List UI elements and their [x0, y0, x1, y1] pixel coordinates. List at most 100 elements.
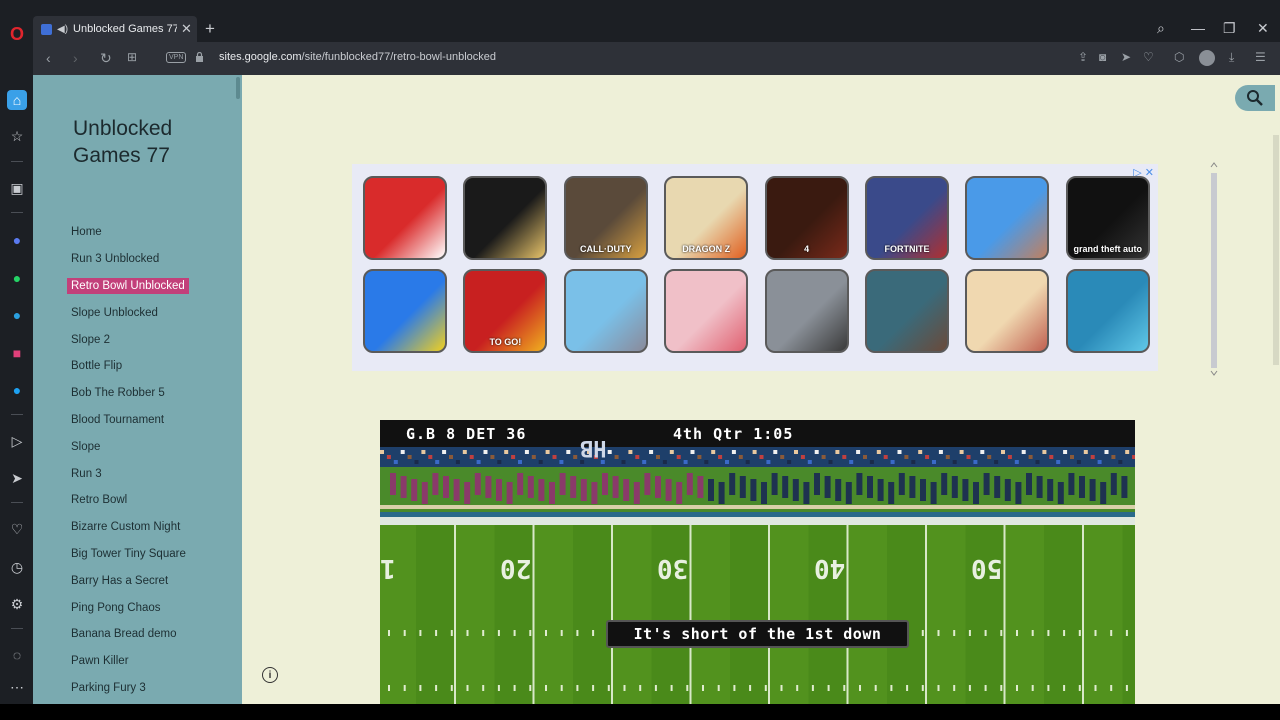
info-icon[interactable]: i	[262, 667, 278, 683]
browser-window: O ⌂ ☆ ▣ ● ● ● ■ ● ▷ ➤ ♡ ◷ ⚙ ◌ ⋯ ◀) Unblo…	[0, 0, 1280, 720]
extensions-icon[interactable]: ⬡	[1174, 50, 1184, 64]
home-icon[interactable]: ⌂	[7, 90, 27, 110]
vpn-badge[interactable]: VPN	[166, 52, 187, 63]
app-tile-label: 4	[804, 244, 810, 254]
taskbar-strip	[0, 704, 1280, 720]
minimize-icon[interactable]: —	[1191, 20, 1205, 36]
settings-icon[interactable]: ⚙	[7, 594, 27, 614]
app-tile-label: DRAGON Z	[682, 244, 731, 254]
divider	[11, 414, 23, 415]
yard-number: 1	[380, 553, 396, 583]
site-search-button[interactable]	[1235, 85, 1275, 111]
heart-icon[interactable]: ♡	[7, 519, 27, 539]
tab-active[interactable]: ◀) Unblocked Games 77 - ✕	[33, 16, 197, 42]
close-tab-icon[interactable]: ✕	[181, 21, 192, 37]
nav-item[interactable]: Barry Has a Secret	[71, 567, 236, 594]
send-icon[interactable]: ➤	[7, 468, 27, 488]
app-tile-bendy[interactable]	[463, 176, 548, 260]
nav-item[interactable]: Blood Tournament	[71, 407, 236, 434]
app-tile-anime-girl-blonde[interactable]	[965, 269, 1050, 353]
web-page: Unblocked Games 77 Home Run 3 Unblocked Re…	[33, 75, 1280, 704]
speaker-icon[interactable]: ◀)	[57, 24, 68, 35]
retro-bowl-game[interactable]: G.B 8 DET 36 4th Qtr 1:05 HB 1 20 30 40 50 I…	[380, 420, 1135, 704]
nav-item[interactable]: Bob The Robber 5	[71, 380, 236, 407]
star-icon[interactable]: ☆	[7, 126, 27, 146]
nav-item[interactable]: Pawn Killer	[71, 648, 236, 675]
nav-item[interactable]: Bizarre Custom Night	[71, 514, 236, 541]
reload-icon[interactable]: ↻	[100, 50, 112, 67]
nav-item[interactable]: Slope Unblocked	[71, 299, 236, 326]
messenger-icon[interactable]: ●	[7, 230, 27, 250]
telegram-icon[interactable]: ●	[7, 305, 27, 325]
more-icon[interactable]: ⋯	[7, 677, 27, 697]
history-icon[interactable]: ◷	[7, 557, 27, 577]
restore-icon[interactable]: ❐	[1223, 20, 1236, 37]
url-field[interactable]: sites.google.com/site/funblocked77/retro…	[219, 51, 496, 63]
app-tile-anime-girl-pink[interactable]	[664, 269, 749, 353]
team-logo-text: HB	[580, 435, 607, 460]
twitter-icon[interactable]: ●	[7, 380, 27, 400]
easy-setup-icon[interactable]: ☰	[1255, 50, 1266, 64]
send-page-icon[interactable]: ➤	[1121, 50, 1131, 64]
app-tile-fnaf-4[interactable]: 4	[764, 176, 849, 260]
app-tile-gta-san-andreas[interactable]: grand theft auto	[1065, 176, 1150, 260]
search-tabs-icon[interactable]: ⌕	[1157, 20, 1165, 37]
nav-item[interactable]: Slope	[71, 433, 236, 460]
app-tile-dragon-ball[interactable]: DRAGON Z	[664, 176, 749, 260]
nav-item[interactable]: Run 3 Unblocked	[71, 246, 236, 273]
shopping-bag-icon[interactable]: ▣	[7, 178, 27, 198]
app-tile-getting-over-it[interactable]	[965, 176, 1050, 260]
nav-item[interactable]: Banana Bread demo	[71, 621, 236, 648]
player-icon[interactable]: ▷	[7, 431, 27, 451]
close-window-icon[interactable]: ✕	[1257, 20, 1269, 37]
app-tile-arknights[interactable]	[865, 269, 949, 353]
stadium-crowd	[380, 447, 1135, 517]
nav-item-label: Ping Pong Chaos	[71, 601, 161, 614]
app-tile-jinx[interactable]	[1065, 269, 1150, 353]
profile-avatar[interactable]	[1199, 50, 1215, 66]
app-tile-fortnite[interactable]: FORTNITE	[865, 176, 949, 260]
nav-item[interactable]: Parking Fury 3	[71, 675, 236, 702]
back-icon[interactable]: ‹	[46, 50, 51, 66]
tabs-grid-icon[interactable]: ⊞	[127, 50, 137, 64]
nav-item[interactable]: Bottle Flip	[71, 353, 236, 380]
app-tile-call-of-duty[interactable]: CALL·DUTY	[563, 176, 648, 260]
nav-item[interactable]: Home	[71, 219, 236, 246]
nav-item[interactable]: Run 3	[71, 460, 236, 487]
nav-item-label: Pawn Killer	[71, 655, 129, 668]
nav-item[interactable]: Retro Bowl Unblocked	[67, 273, 236, 300]
whatsapp-icon[interactable]: ●	[7, 268, 27, 288]
app-tile-angry-birds[interactable]	[363, 176, 447, 260]
bookmark-heart-icon[interactable]: ♡	[1143, 50, 1154, 64]
site-title[interactable]: Unblocked Games 77	[73, 115, 223, 169]
forward-icon[interactable]: ›	[73, 50, 78, 66]
instagram-icon[interactable]: ■	[7, 343, 27, 363]
new-tab-button[interactable]: +	[205, 19, 215, 39]
url-path: /site/funblocked77/retro-bowl-unblocked	[301, 51, 496, 63]
nav-item[interactable]: Ping Pong Chaos	[71, 594, 236, 621]
app-tile-talking-tom[interactable]	[563, 269, 648, 353]
site-sidebar: Unblocked Games 77 Home Run 3 Unblocked Re…	[33, 75, 242, 704]
bulb-icon[interactable]: ◌	[7, 645, 27, 665]
app-tile-survival-game[interactable]	[764, 269, 849, 353]
download-icon[interactable]: ⤓	[1229, 50, 1234, 65]
nav-item[interactable]: Slope 2	[71, 326, 236, 353]
lock-icon	[196, 52, 203, 62]
ad-scrollbar[interactable]	[1209, 161, 1219, 377]
nav-item[interactable]: Retro Bowl	[71, 487, 236, 514]
page-scrollbar[interactable]	[1273, 135, 1279, 365]
divider	[11, 212, 23, 213]
app-tile-crowd-city[interactable]	[363, 269, 447, 353]
camera-icon[interactable]: ◙	[1099, 50, 1106, 64]
sidebar-scrollbar[interactable]	[236, 77, 240, 99]
opera-logo-icon[interactable]: O	[7, 24, 27, 44]
app-tile-to-go[interactable]: TO GO!	[463, 269, 548, 353]
nav-item-label: Home	[71, 226, 102, 239]
nav-item-label: Parking Fury 3	[71, 681, 146, 694]
site-favicon-icon	[41, 23, 52, 35]
share-icon[interactable]: ⇪	[1078, 50, 1088, 64]
nav-item-label: Slope 2	[71, 333, 111, 346]
football-field	[380, 525, 1135, 704]
ad-banner[interactable]: ▷ ✕ CALL·DUTY DRAGON Z 4 FORTNITE grand thef…	[352, 164, 1158, 371]
nav-item[interactable]: Big Tower Tiny Square	[71, 541, 236, 568]
